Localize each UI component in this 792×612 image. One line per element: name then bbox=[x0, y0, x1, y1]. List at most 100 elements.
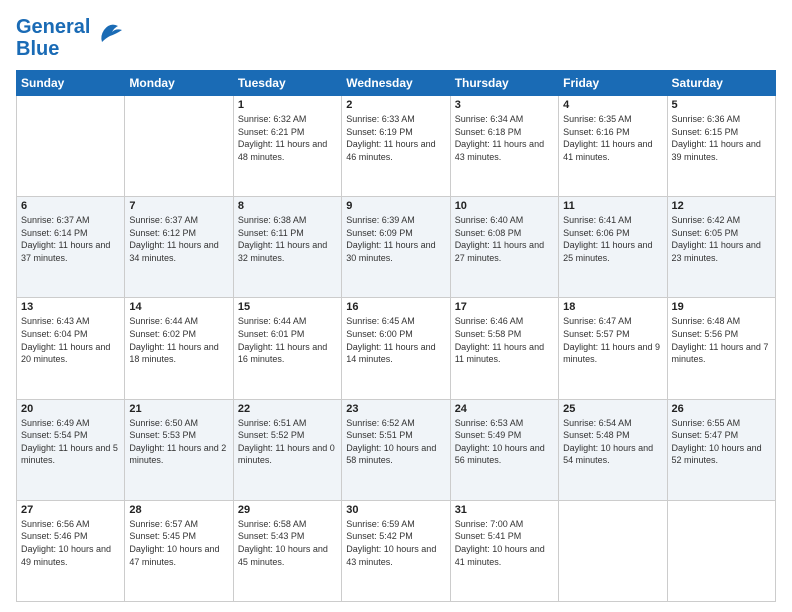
calendar-cell: 26 Sunrise: 6:55 AM Sunset: 5:47 PM Dayli… bbox=[667, 399, 775, 500]
logo: General Blue bbox=[16, 16, 124, 60]
weekday-monday: Monday bbox=[125, 71, 233, 96]
day-number: 21 bbox=[129, 403, 228, 415]
weekday-wednesday: Wednesday bbox=[342, 71, 450, 96]
day-info: Sunrise: 6:49 AM Sunset: 5:54 PM Dayligh… bbox=[21, 417, 120, 467]
calendar-cell: 28 Sunrise: 6:57 AM Sunset: 5:45 PM Dayli… bbox=[125, 500, 233, 601]
day-info: Sunrise: 6:55 AM Sunset: 5:47 PM Dayligh… bbox=[672, 417, 771, 467]
day-number: 17 bbox=[455, 301, 554, 313]
header: General Blue bbox=[16, 16, 776, 60]
day-info: Sunrise: 6:46 AM Sunset: 5:58 PM Dayligh… bbox=[455, 315, 554, 365]
calendar-cell: 22Sunrise: 6:51 AM Sunset: 5:52 PM Dayli… bbox=[233, 399, 341, 500]
calendar-header: SundayMondayTuesdayWednesdayThursdayFrid… bbox=[17, 71, 776, 96]
day-number: 11 bbox=[563, 200, 662, 212]
day-number: 30 bbox=[346, 504, 445, 516]
day-info: Sunrise: 6:47 AM Sunset: 5:57 PM Dayligh… bbox=[563, 315, 662, 365]
calendar-cell: 7Sunrise: 6:37 AM Sunset: 6:12 PM Daylig… bbox=[125, 197, 233, 298]
day-number: 23 bbox=[346, 403, 445, 415]
weekday-sunday: Sunday bbox=[17, 71, 125, 96]
day-number: 9 bbox=[346, 200, 445, 212]
day-number: 28 bbox=[129, 504, 228, 516]
page: General Blue SundayMondayTuesdayWednesda… bbox=[0, 0, 792, 612]
weekday-saturday: Saturday bbox=[667, 71, 775, 96]
day-number: 7 bbox=[129, 200, 228, 212]
calendar-cell: 14 Sunrise: 6:44 AM Sunset: 6:02 PM Dayli… bbox=[125, 298, 233, 399]
day-number: 10 bbox=[455, 200, 554, 212]
day-number: 6 bbox=[21, 200, 120, 212]
calendar-cell: 16 Sunrise: 6:45 AM Sunset: 6:00 PM Dayli… bbox=[342, 298, 450, 399]
calendar-cell: 27Sunrise: 6:56 AM Sunset: 5:46 PM Dayli… bbox=[17, 500, 125, 601]
calendar-cell bbox=[667, 500, 775, 601]
weekday-thursday: Thursday bbox=[450, 71, 558, 96]
calendar-cell: 17 Sunrise: 6:46 AM Sunset: 5:58 PM Dayli… bbox=[450, 298, 558, 399]
calendar: SundayMondayTuesdayWednesdayThursdayFrid… bbox=[16, 70, 776, 602]
day-number: 26 bbox=[672, 403, 771, 415]
week-row-4: 20Sunrise: 6:49 AM Sunset: 5:54 PM Dayli… bbox=[17, 399, 776, 500]
day-number: 13 bbox=[21, 301, 120, 313]
week-row-1: 1Sunrise: 6:32 AM Sunset: 6:21 PM Daylig… bbox=[17, 96, 776, 197]
day-info: Sunrise: 6:48 AM Sunset: 5:56 PM Dayligh… bbox=[672, 315, 771, 365]
day-info: Sunrise: 6:38 AM Sunset: 6:11 PM Dayligh… bbox=[238, 214, 337, 264]
day-info: Sunrise: 6:37 AM Sunset: 6:14 PM Dayligh… bbox=[21, 214, 120, 264]
day-number: 3 bbox=[455, 99, 554, 111]
calendar-cell: 25 Sunrise: 6:54 AM Sunset: 5:48 PM Dayli… bbox=[559, 399, 667, 500]
day-number: 4 bbox=[563, 99, 662, 111]
day-number: 2 bbox=[346, 99, 445, 111]
calendar-cell: 1Sunrise: 6:32 AM Sunset: 6:21 PM Daylig… bbox=[233, 96, 341, 197]
day-info: Sunrise: 6:40 AM Sunset: 6:08 PM Dayligh… bbox=[455, 214, 554, 264]
day-number: 31 bbox=[455, 504, 554, 516]
calendar-cell: 18 Sunrise: 6:47 AM Sunset: 5:57 PM Dayli… bbox=[559, 298, 667, 399]
week-row-5: 27Sunrise: 6:56 AM Sunset: 5:46 PM Dayli… bbox=[17, 500, 776, 601]
day-number: 14 bbox=[129, 301, 228, 313]
day-info: Sunrise: 6:36 AM Sunset: 6:15 PM Dayligh… bbox=[672, 113, 771, 163]
day-number: 12 bbox=[672, 200, 771, 212]
weekday-tuesday: Tuesday bbox=[233, 71, 341, 96]
day-info: Sunrise: 6:50 AM Sunset: 5:53 PM Dayligh… bbox=[129, 417, 228, 467]
logo-text: General Blue bbox=[16, 16, 90, 60]
calendar-cell: 12 Sunrise: 6:42 AM Sunset: 6:05 PM Dayli… bbox=[667, 197, 775, 298]
calendar-cell: 20Sunrise: 6:49 AM Sunset: 5:54 PM Dayli… bbox=[17, 399, 125, 500]
day-info: Sunrise: 6:44 AM Sunset: 6:01 PM Dayligh… bbox=[238, 315, 337, 365]
day-info: Sunrise: 6:54 AM Sunset: 5:48 PM Dayligh… bbox=[563, 417, 662, 467]
day-number: 27 bbox=[21, 504, 120, 516]
calendar-cell: 6 Sunrise: 6:37 AM Sunset: 6:14 PM Daylig… bbox=[17, 197, 125, 298]
day-info: Sunrise: 6:41 AM Sunset: 6:06 PM Dayligh… bbox=[563, 214, 662, 264]
day-info: Sunrise: 6:42 AM Sunset: 6:05 PM Dayligh… bbox=[672, 214, 771, 264]
day-info: Sunrise: 6:33 AM Sunset: 6:19 PM Dayligh… bbox=[346, 113, 445, 163]
day-info: Sunrise: 6:53 AM Sunset: 5:49 PM Dayligh… bbox=[455, 417, 554, 467]
calendar-cell: 8 Sunrise: 6:38 AM Sunset: 6:11 PM Daylig… bbox=[233, 197, 341, 298]
calendar-body: 1Sunrise: 6:32 AM Sunset: 6:21 PM Daylig… bbox=[17, 96, 776, 602]
calendar-cell: 31 Sunrise: 7:00 AM Sunset: 5:41 PM Dayli… bbox=[450, 500, 558, 601]
week-row-3: 13Sunrise: 6:43 AM Sunset: 6:04 PM Dayli… bbox=[17, 298, 776, 399]
calendar-cell: 30Sunrise: 6:59 AM Sunset: 5:42 PM Dayli… bbox=[342, 500, 450, 601]
calendar-cell: 15 Sunrise: 6:44 AM Sunset: 6:01 PM Dayli… bbox=[233, 298, 341, 399]
logo-bird-icon bbox=[94, 20, 124, 48]
day-number: 18 bbox=[563, 301, 662, 313]
day-number: 29 bbox=[238, 504, 337, 516]
calendar-cell: 4 Sunrise: 6:35 AM Sunset: 6:16 PM Daylig… bbox=[559, 96, 667, 197]
calendar-cell bbox=[125, 96, 233, 197]
calendar-cell: 13Sunrise: 6:43 AM Sunset: 6:04 PM Dayli… bbox=[17, 298, 125, 399]
calendar-cell: 23 Sunrise: 6:52 AM Sunset: 5:51 PM Dayli… bbox=[342, 399, 450, 500]
day-info: Sunrise: 6:34 AM Sunset: 6:18 PM Dayligh… bbox=[455, 113, 554, 163]
day-info: Sunrise: 6:35 AM Sunset: 6:16 PM Dayligh… bbox=[563, 113, 662, 163]
calendar-cell: 5Sunrise: 6:36 AM Sunset: 6:15 PM Daylig… bbox=[667, 96, 775, 197]
day-info: Sunrise: 6:51 AM Sunset: 5:52 PM Dayligh… bbox=[238, 417, 337, 467]
day-info: Sunrise: 6:52 AM Sunset: 5:51 PM Dayligh… bbox=[346, 417, 445, 467]
day-info: Sunrise: 6:57 AM Sunset: 5:45 PM Dayligh… bbox=[129, 518, 228, 568]
day-info: Sunrise: 6:39 AM Sunset: 6:09 PM Dayligh… bbox=[346, 214, 445, 264]
calendar-cell: 29 Sunrise: 6:58 AM Sunset: 5:43 PM Dayli… bbox=[233, 500, 341, 601]
week-row-2: 6 Sunrise: 6:37 AM Sunset: 6:14 PM Daylig… bbox=[17, 197, 776, 298]
day-info: Sunrise: 6:58 AM Sunset: 5:43 PM Dayligh… bbox=[238, 518, 337, 568]
calendar-cell: 9 Sunrise: 6:39 AM Sunset: 6:09 PM Daylig… bbox=[342, 197, 450, 298]
weekday-friday: Friday bbox=[559, 71, 667, 96]
day-info: Sunrise: 6:44 AM Sunset: 6:02 PM Dayligh… bbox=[129, 315, 228, 365]
day-number: 8 bbox=[238, 200, 337, 212]
day-number: 25 bbox=[563, 403, 662, 415]
day-number: 15 bbox=[238, 301, 337, 313]
day-info: Sunrise: 6:45 AM Sunset: 6:00 PM Dayligh… bbox=[346, 315, 445, 365]
day-number: 16 bbox=[346, 301, 445, 313]
day-info: Sunrise: 7:00 AM Sunset: 5:41 PM Dayligh… bbox=[455, 518, 554, 568]
calendar-cell bbox=[559, 500, 667, 601]
weekday-header-row: SundayMondayTuesdayWednesdayThursdayFrid… bbox=[17, 71, 776, 96]
day-number: 1 bbox=[238, 99, 337, 111]
